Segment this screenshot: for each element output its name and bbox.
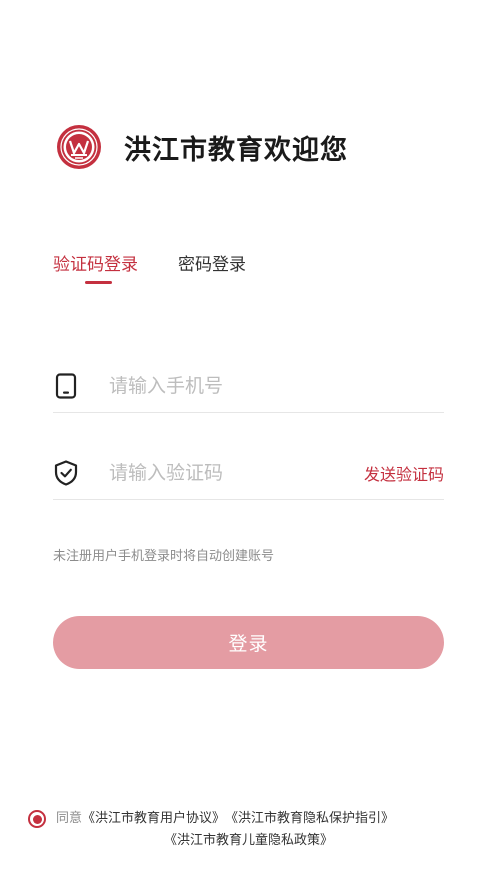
radio-selected-dot (32, 814, 42, 824)
verification-code-field: 发送验证码 (53, 447, 444, 500)
tab-password-login[interactable]: 密码登录 (178, 250, 246, 275)
school-emblem-icon (57, 125, 101, 169)
tab-sms-login[interactable]: 验证码登录 (53, 250, 138, 284)
send-code-button[interactable]: 发送验证码 (364, 461, 444, 485)
user-agreement-link[interactable]: 《洪江市教育用户协议》 (82, 808, 225, 830)
brand-header: 洪江市教育欢迎您 (56, 124, 348, 170)
shield-check-icon (53, 460, 79, 486)
auto-register-hint: 未注册用户手机登录时将自动创建账号 (53, 549, 275, 564)
verification-code-input[interactable] (107, 461, 364, 485)
agreement-section: 同意 《洪江市教育用户协议》 《洪江市教育隐私保护指引》 《洪江市教育儿童隐私政… (0, 808, 497, 852)
phone-input[interactable] (107, 374, 444, 398)
privacy-guide-link[interactable]: 《洪江市教育隐私保护指引》 (225, 808, 394, 830)
agree-radio[interactable] (28, 810, 46, 828)
login-button[interactable]: 登录 (53, 616, 444, 669)
phone-icon (53, 373, 79, 399)
page-title: 洪江市教育欢迎您 (124, 134, 348, 166)
login-method-tabs: 验证码登录 密码登录 (53, 250, 286, 284)
phone-field (53, 360, 444, 413)
agree-prefix: 同意 (56, 811, 83, 826)
child-privacy-policy-link[interactable]: 《洪江市教育儿童隐私政策》 (164, 833, 333, 848)
